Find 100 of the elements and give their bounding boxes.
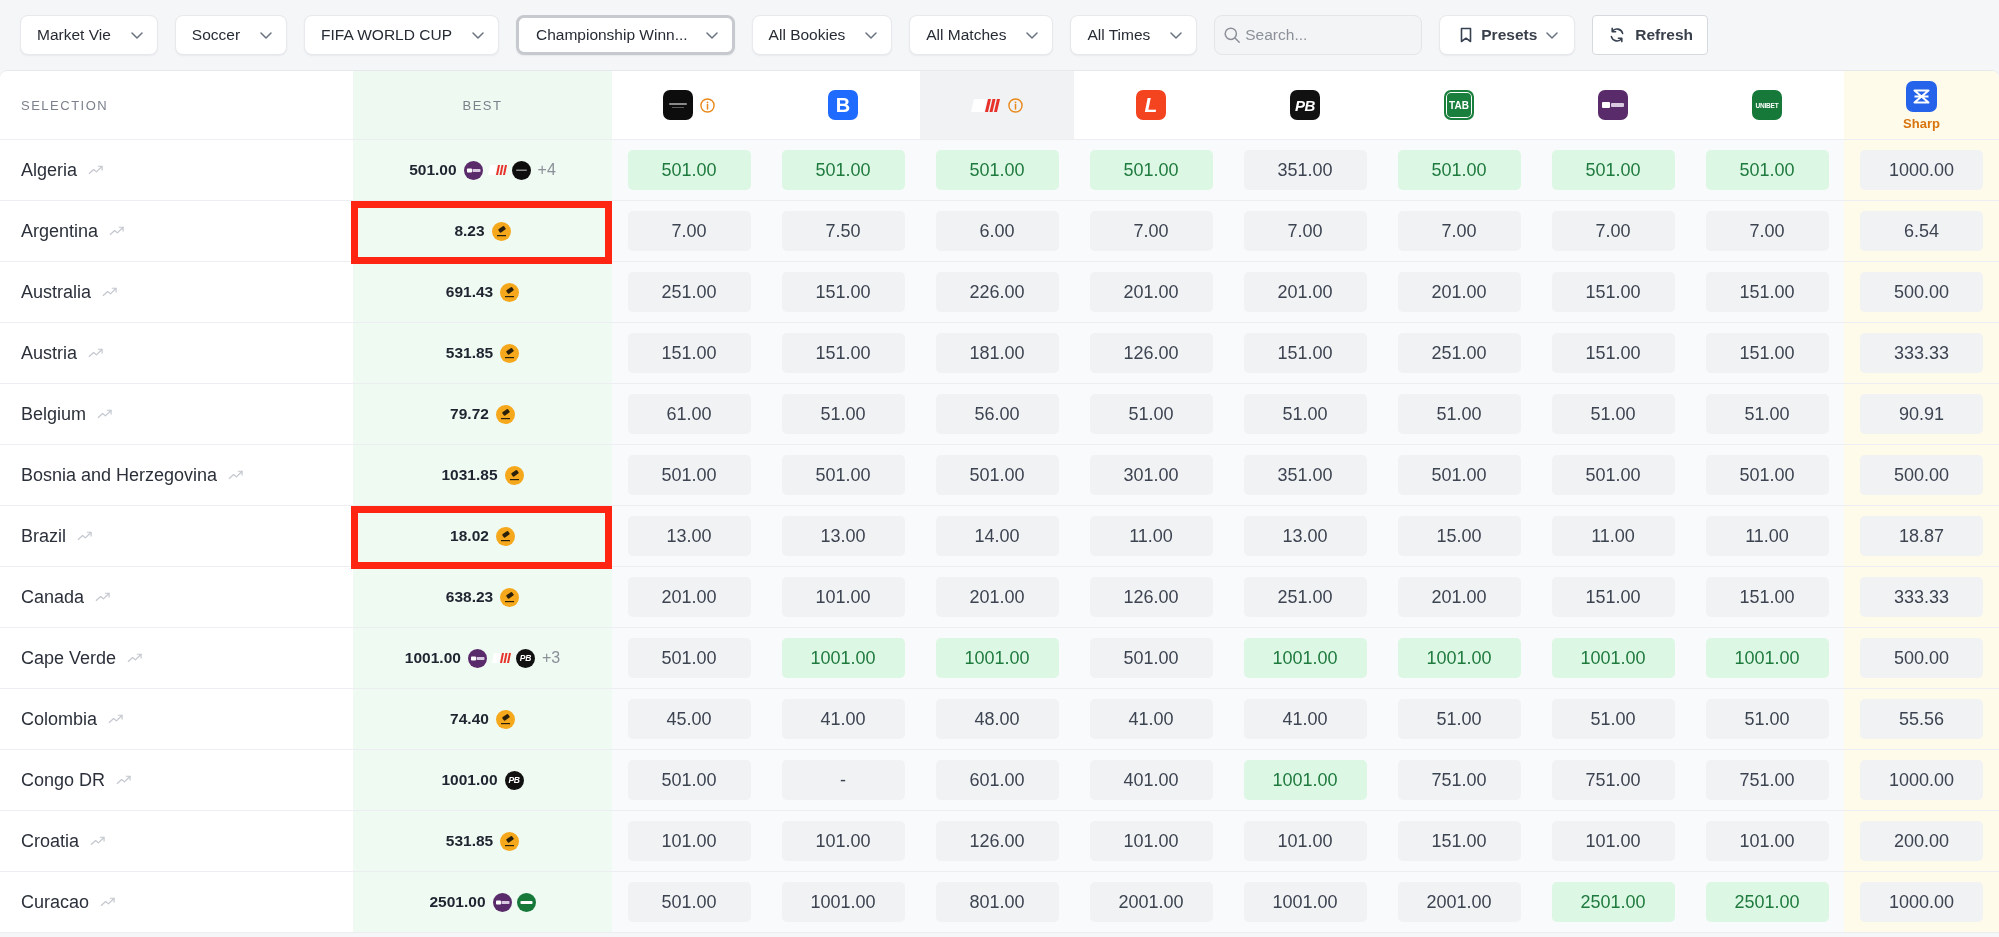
trend-icon[interactable] bbox=[90, 836, 106, 846]
odds-button[interactable]: 7.00 bbox=[1397, 211, 1521, 251]
odds-button[interactable]: 126.00 bbox=[1089, 577, 1213, 617]
odds-button[interactable]: 251.00 bbox=[1243, 577, 1367, 617]
trend-icon[interactable] bbox=[102, 287, 118, 297]
odds-button[interactable]: 251.00 bbox=[1397, 333, 1521, 373]
trend-icon[interactable] bbox=[108, 714, 124, 724]
odds-button[interactable]: 501.00 bbox=[781, 150, 905, 190]
odds-button[interactable]: 151.00 bbox=[627, 333, 751, 373]
odds-button[interactable]: 501.00 bbox=[1551, 455, 1675, 495]
odds-button[interactable]: 13.00 bbox=[627, 516, 751, 556]
odds-button[interactable]: 501.00 bbox=[627, 760, 751, 800]
odds-button[interactable]: 501.00 bbox=[935, 150, 1059, 190]
odds-button[interactable]: 13.00 bbox=[781, 516, 905, 556]
odds-button[interactable]: 51.00 bbox=[781, 394, 905, 434]
odds-button[interactable]: 1001.00 bbox=[1243, 760, 1367, 800]
info-icon[interactable] bbox=[1008, 97, 1023, 113]
odds-button[interactable]: 11.00 bbox=[1705, 516, 1829, 556]
column-header[interactable]: L bbox=[1074, 71, 1228, 139]
odds-button[interactable]: 151.00 bbox=[1551, 333, 1675, 373]
odds-button[interactable]: 101.00 bbox=[781, 821, 905, 861]
odds-button[interactable]: 151.00 bbox=[781, 333, 905, 373]
column-header[interactable]: SELECTION bbox=[0, 71, 353, 139]
odds-button[interactable]: - bbox=[781, 760, 905, 800]
column-header[interactable]: TAB bbox=[1382, 71, 1536, 139]
odds-button[interactable]: 1001.00 bbox=[1243, 882, 1367, 922]
odds-button[interactable]: 11.00 bbox=[1551, 516, 1675, 556]
odds-button[interactable]: 151.00 bbox=[781, 272, 905, 312]
odds-button[interactable]: 126.00 bbox=[935, 821, 1059, 861]
trend-icon[interactable] bbox=[88, 165, 104, 175]
odds-button[interactable]: 501.00 bbox=[627, 455, 751, 495]
trend-icon[interactable] bbox=[228, 470, 244, 480]
odds-button[interactable]: 501.00 bbox=[627, 638, 751, 678]
odds-button[interactable]: 1001.00 bbox=[781, 638, 905, 678]
refresh-button[interactable]: Refresh bbox=[1592, 15, 1708, 55]
odds-button[interactable]: 201.00 bbox=[1243, 272, 1367, 312]
odds-button[interactable]: 201.00 bbox=[627, 577, 751, 617]
odds-button[interactable]: 501.00 bbox=[1397, 455, 1521, 495]
odds-button[interactable]: 11.00 bbox=[1089, 516, 1213, 556]
odds-button[interactable]: 751.00 bbox=[1397, 760, 1521, 800]
odds-button[interactable]: 501.00 bbox=[1705, 455, 1829, 495]
filter-dropdown[interactable]: Market Vie bbox=[20, 15, 158, 55]
odds-button[interactable]: 7.00 bbox=[1089, 211, 1213, 251]
odds-button[interactable]: 501.00 bbox=[781, 455, 905, 495]
odds-button[interactable]: 51.00 bbox=[1397, 699, 1521, 739]
odds-button[interactable]: 6.00 bbox=[935, 211, 1059, 251]
filter-dropdown[interactable]: FIFA WORLD CUP bbox=[304, 15, 499, 55]
odds-button[interactable]: 151.00 bbox=[1705, 333, 1829, 373]
odds-button[interactable]: 2501.00 bbox=[1705, 882, 1829, 922]
odds-button[interactable]: 251.00 bbox=[627, 272, 751, 312]
odds-button[interactable]: 601.00 bbox=[935, 760, 1059, 800]
trend-icon[interactable] bbox=[116, 775, 132, 785]
trend-icon[interactable] bbox=[127, 653, 143, 663]
odds-button[interactable]: 181.00 bbox=[935, 333, 1059, 373]
odds-button[interactable]: 51.00 bbox=[1397, 394, 1521, 434]
odds-button[interactable]: 501.00 bbox=[1089, 150, 1213, 190]
odds-button[interactable]: 301.00 bbox=[1089, 455, 1213, 495]
odds-button[interactable]: 51.00 bbox=[1243, 394, 1367, 434]
odds-button[interactable]: 201.00 bbox=[1089, 272, 1213, 312]
odds-button[interactable]: 501.00 bbox=[1397, 150, 1521, 190]
odds-button[interactable]: 41.00 bbox=[781, 699, 905, 739]
odds-button[interactable]: 7.00 bbox=[1705, 211, 1829, 251]
odds-button[interactable]: 2501.00 bbox=[1551, 882, 1675, 922]
column-header[interactable]: PB bbox=[1228, 71, 1382, 139]
odds-button[interactable]: 401.00 bbox=[1089, 760, 1213, 800]
odds-button[interactable]: 13.00 bbox=[1243, 516, 1367, 556]
odds-button[interactable]: 501.00 bbox=[1705, 150, 1829, 190]
odds-button[interactable]: 14.00 bbox=[935, 516, 1059, 556]
presets-button[interactable]: Presets bbox=[1439, 15, 1576, 55]
odds-button[interactable]: 48.00 bbox=[935, 699, 1059, 739]
odds-button[interactable]: 751.00 bbox=[1705, 760, 1829, 800]
odds-button[interactable]: 61.00 bbox=[627, 394, 751, 434]
odds-button[interactable]: 101.00 bbox=[1705, 821, 1829, 861]
odds-button[interactable]: 1001.00 bbox=[1551, 638, 1675, 678]
odds-button[interactable]: 101.00 bbox=[1551, 821, 1675, 861]
trend-icon[interactable] bbox=[109, 226, 125, 236]
odds-button[interactable]: 201.00 bbox=[1397, 577, 1521, 617]
odds-button[interactable]: 51.00 bbox=[1705, 394, 1829, 434]
odds-button[interactable]: 7.00 bbox=[627, 211, 751, 251]
odds-button[interactable]: 7.00 bbox=[1243, 211, 1367, 251]
odds-button[interactable]: 101.00 bbox=[781, 577, 905, 617]
odds-button[interactable]: 2001.00 bbox=[1089, 882, 1213, 922]
trend-icon[interactable] bbox=[77, 531, 92, 541]
odds-button[interactable]: 126.00 bbox=[1089, 333, 1213, 373]
odds-button[interactable]: 501.00 bbox=[627, 150, 751, 190]
odds-button[interactable]: 56.00 bbox=[935, 394, 1059, 434]
odds-button[interactable]: 51.00 bbox=[1551, 699, 1675, 739]
filter-dropdown[interactable]: Soccer bbox=[174, 15, 288, 55]
odds-button[interactable]: 7.00 bbox=[1551, 211, 1675, 251]
odds-button[interactable]: 101.00 bbox=[1089, 821, 1213, 861]
column-header[interactable]: B bbox=[766, 71, 920, 139]
trend-icon[interactable] bbox=[88, 348, 104, 358]
trend-icon[interactable] bbox=[97, 409, 113, 419]
search-field[interactable]: Search... bbox=[1214, 15, 1423, 55]
odds-button[interactable]: 101.00 bbox=[1243, 821, 1367, 861]
filter-dropdown[interactable]: All Times bbox=[1070, 15, 1198, 55]
odds-button[interactable]: 801.00 bbox=[935, 882, 1059, 922]
odds-button[interactable]: 2001.00 bbox=[1397, 882, 1521, 922]
info-icon[interactable] bbox=[700, 97, 715, 113]
trend-icon[interactable] bbox=[100, 897, 116, 907]
